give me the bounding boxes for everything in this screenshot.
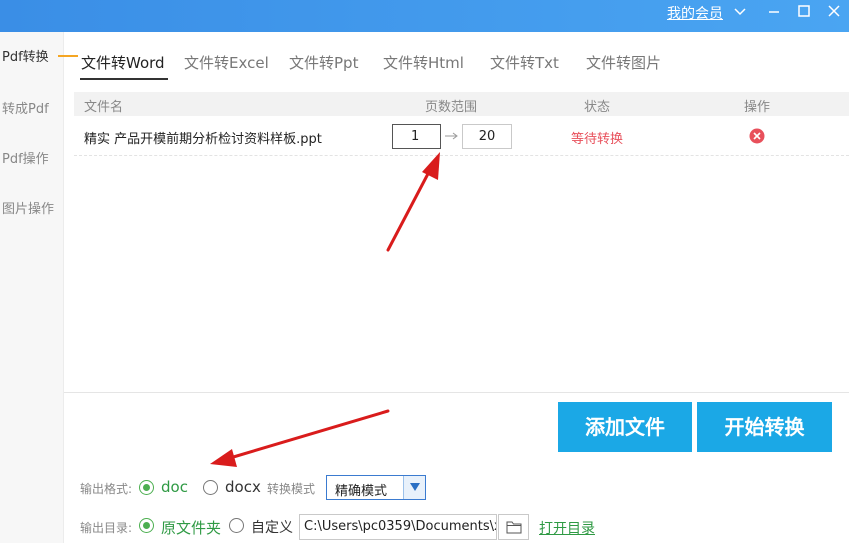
tab-file-to-excel[interactable]: 文件转Excel xyxy=(184,52,269,73)
tab-file-to-ppt[interactable]: 文件转Ppt xyxy=(289,52,358,73)
tab-file-to-word[interactable]: 文件转Word xyxy=(81,52,165,73)
sidebar-item-pdf-convert[interactable]: Pdf转换 xyxy=(2,46,49,65)
sidebar-item-to-pdf[interactable]: 转成Pdf xyxy=(2,98,49,117)
tab-file-to-txt[interactable]: 文件转Txt xyxy=(490,52,559,73)
sidebar-item-pdf-operations[interactable]: Pdf操作 xyxy=(2,148,49,167)
dir-original-label[interactable]: 原文件夹 xyxy=(161,517,221,538)
dir-custom-radio[interactable] xyxy=(229,518,244,533)
triangle-down-icon xyxy=(410,483,420,491)
output-dir-label: 输出目录: xyxy=(80,521,133,535)
browse-folder-button[interactable] xyxy=(498,514,529,540)
maximize-icon[interactable] xyxy=(796,3,812,19)
column-header-status: 状态 xyxy=(584,100,611,115)
format-docx-label[interactable]: docx xyxy=(225,478,261,496)
column-header-filename: 文件名 xyxy=(84,100,124,115)
delete-icon[interactable] xyxy=(749,128,765,144)
add-file-button[interactable]: 添加文件 xyxy=(558,402,692,452)
dropdown-button[interactable] xyxy=(403,476,425,499)
folder-icon xyxy=(506,521,522,534)
page-range-from-input[interactable]: 1 xyxy=(392,124,441,149)
dir-custom-label[interactable]: 自定义 xyxy=(251,517,293,537)
format-doc-radio[interactable] xyxy=(139,480,154,495)
table-row: 精实 产品开模前期分析检讨资料样板.ppt 1 20 等待转换 xyxy=(74,118,849,156)
column-header-action: 操作 xyxy=(744,100,771,115)
title-bar: 我的会员 xyxy=(0,0,849,32)
sidebar-item-image-operations[interactable]: 图片操作 xyxy=(2,198,54,217)
open-directory-link[interactable]: 打开目录 xyxy=(539,518,595,538)
my-membership-link[interactable]: 我的会员 xyxy=(667,3,723,23)
conversion-mode-value: 精确模式 xyxy=(335,484,388,499)
chevron-down-icon[interactable] xyxy=(733,5,747,19)
conversion-tabs: 文件转Word 文件转Excel 文件转Ppt 文件转Html 文件转Txt 文… xyxy=(64,32,849,82)
content-divider xyxy=(64,392,849,393)
format-doc-label[interactable]: doc xyxy=(161,478,188,496)
annotation-arrow-page-range xyxy=(386,152,440,252)
status-badge: 等待转换 xyxy=(571,132,624,147)
close-icon[interactable] xyxy=(826,3,842,19)
file-table-header: 文件名 页数范围 状态 操作 xyxy=(74,92,849,116)
sidebar: Pdf转换 转成Pdf Pdf操作 图片操作 xyxy=(0,32,64,543)
start-convert-button[interactable]: 开始转换 xyxy=(697,402,832,452)
annotation-arrow-output-format xyxy=(210,409,390,467)
active-tab-underline xyxy=(80,78,168,80)
arrow-right-icon xyxy=(445,132,458,140)
column-header-page-range: 页数范围 xyxy=(425,100,478,115)
tab-file-to-image[interactable]: 文件转图片 xyxy=(586,52,661,73)
output-format-label: 输出格式: xyxy=(80,482,133,496)
format-docx-radio[interactable] xyxy=(203,480,218,495)
dir-original-radio[interactable] xyxy=(139,518,154,533)
tab-file-to-html[interactable]: 文件转Html xyxy=(383,52,464,73)
conversion-mode-label: 转换模式 xyxy=(267,482,316,496)
output-path-input[interactable]: C:\Users\pc0359\Documents\xunjieoffice xyxy=(299,514,497,540)
minimize-icon[interactable] xyxy=(766,3,782,19)
page-range-to-input[interactable]: 20 xyxy=(462,124,512,149)
conversion-mode-select[interactable]: 精确模式 xyxy=(326,475,426,500)
file-name: 精实 产品开模前期分析检讨资料样板.ppt xyxy=(84,132,322,147)
